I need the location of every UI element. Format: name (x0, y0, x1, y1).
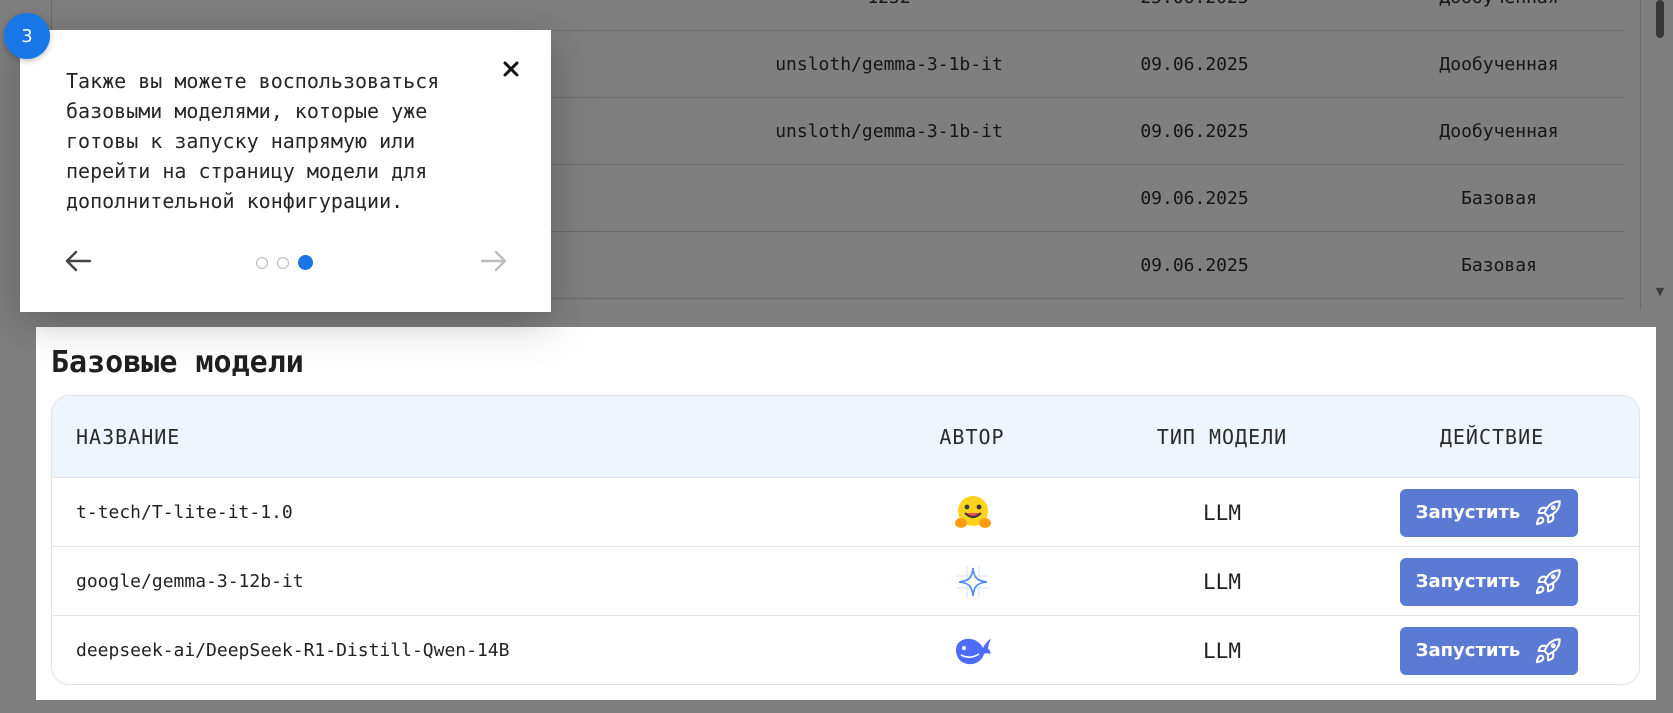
next-step-button[interactable] (476, 246, 512, 276)
column-header-action: ДЕЙСТВИЕ (1439, 425, 1545, 449)
run-button-cell: Запустить (1400, 547, 1578, 616)
step-dot-2[interactable] (277, 256, 289, 269)
prev-step-button[interactable] (60, 246, 96, 276)
tour-description: Также вы можете воспользоваться базовыми… (66, 69, 440, 213)
tour-progress-dots (256, 255, 313, 270)
table-row[interactable]: google/gemma-3-12b-it LLM Запустить (52, 547, 1639, 616)
run-button-cell: Запустить (1400, 616, 1578, 684)
tour-popover: Также вы можете воспользоваться базовыми… (20, 30, 551, 312)
arrow-right-icon (480, 250, 507, 272)
rocket-icon (1536, 637, 1562, 663)
deepseek-whale-icon (952, 616, 994, 684)
table-row[interactable]: deepseek-ai/DeepSeek-R1-Distill-Qwen-14B… (52, 616, 1639, 684)
base-models-table: НАЗВАНИЕ АВТОР ТИП МОДЕЛИ ДЕЙСТВИЕ t-tec… (51, 395, 1640, 685)
tour-overlay-mask (1656, 327, 1673, 713)
step-dot-1[interactable] (256, 256, 268, 269)
column-header-model-type: ТИП МОДЕЛИ (1156, 425, 1288, 449)
arrow-left-icon (65, 250, 92, 272)
base-models-section: Базовые модели НАЗВАНИЕ АВТОР ТИП МОДЕЛИ… (36, 327, 1656, 700)
table-header: НАЗВАНИЕ АВТОР ТИП МОДЕЛИ ДЕЙСТВИЕ (52, 396, 1639, 478)
run-button-cell: Запустить (1400, 478, 1578, 547)
column-header-author: АВТОР (939, 425, 1005, 449)
section-title: Базовые модели (51, 345, 304, 380)
model-name[interactable]: t-tech/T-lite-it-1.0 (76, 478, 293, 547)
tour-overlay-mask (36, 700, 1656, 713)
hugging-face-icon (952, 478, 994, 547)
run-button-label: Запустить (1415, 640, 1521, 661)
run-button-label: Запустить (1415, 502, 1521, 523)
gemma-sparkle-icon (952, 547, 994, 616)
model-name[interactable]: google/gemma-3-12b-it (76, 547, 304, 616)
run-model-button[interactable]: Запустить (1400, 488, 1578, 537)
run-button-label: Запустить (1415, 571, 1521, 592)
run-model-button[interactable]: Запустить (1400, 557, 1578, 606)
run-model-button[interactable]: Запустить (1400, 626, 1578, 675)
close-button[interactable] (496, 54, 526, 84)
model-type: LLM (1203, 500, 1241, 525)
column-header-name: НАЗВАНИЕ (76, 425, 181, 449)
step-dot-3-active[interactable] (298, 255, 313, 270)
model-type: LLM (1203, 638, 1241, 663)
rocket-icon (1536, 499, 1562, 525)
tour-overlay-mask (0, 327, 36, 713)
rocket-icon (1536, 568, 1562, 594)
model-name[interactable]: deepseek-ai/DeepSeek-R1-Distill-Qwen-14B (76, 616, 509, 684)
model-type: LLM (1203, 569, 1241, 594)
tour-step-badge: 3 (4, 13, 50, 59)
close-icon (503, 61, 519, 77)
table-row[interactable]: t-tech/T-lite-it-1.0 LLM Запустить (52, 478, 1639, 547)
